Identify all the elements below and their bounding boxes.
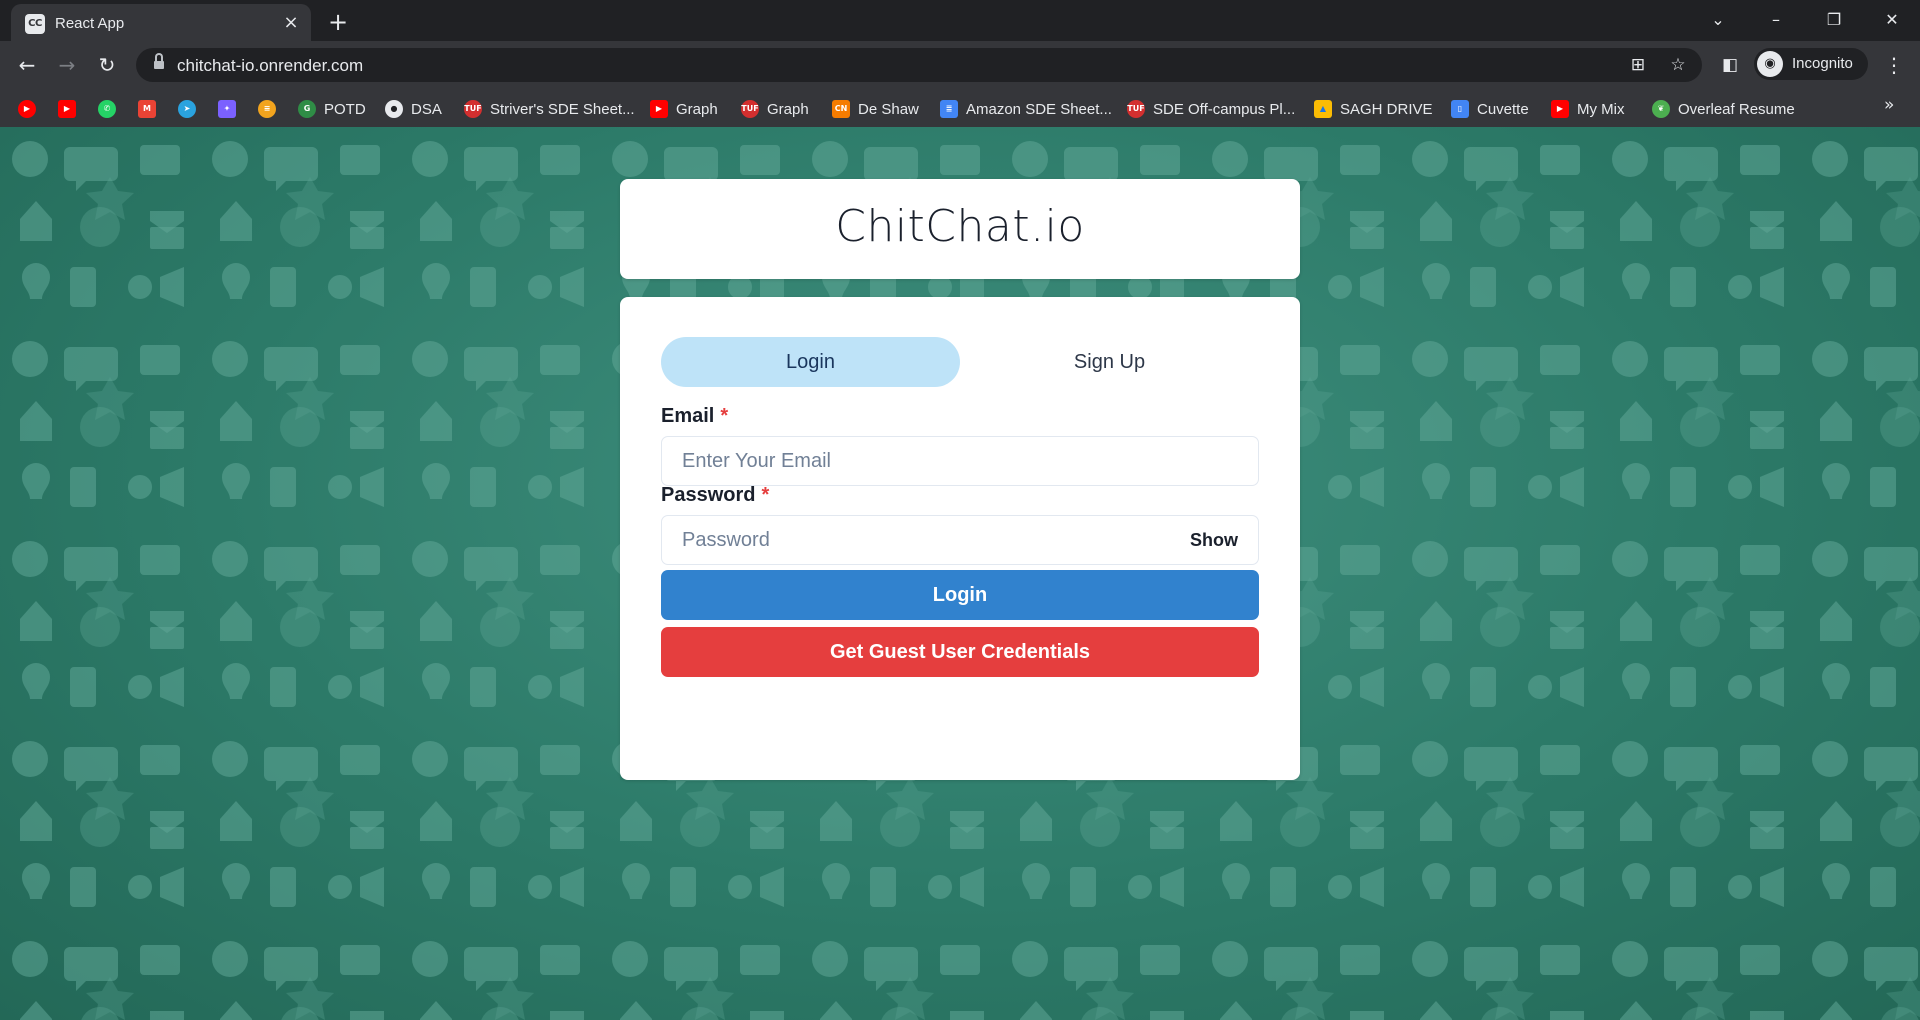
show-password-button[interactable]: Show <box>1178 523 1250 557</box>
bookmark-star-icon[interactable]: ☆ <box>1666 53 1690 77</box>
drive-icon: ▲ <box>1314 100 1332 118</box>
youtube-music-icon: ▶ <box>18 100 36 118</box>
password-input[interactable] <box>661 515 1259 565</box>
more-bookmarks-icon[interactable]: » <box>1884 95 1894 115</box>
forward-icon[interactable]: → <box>53 51 81 79</box>
gfg-icon: G <box>298 100 316 118</box>
bookmark-label: Graph <box>676 100 718 118</box>
url-text[interactable]: chitchat-io.onrender.com <box>177 56 363 76</box>
bookmark-potd[interactable]: G POTD <box>298 98 366 120</box>
bookmark-youtube-music[interactable]: ▶ <box>18 98 36 120</box>
back-icon[interactable]: ← <box>13 51 41 79</box>
bookmark-label: POTD <box>324 100 366 118</box>
github-icon: ● <box>385 100 403 118</box>
browser-toolbar: ← → ↻ chitchat-io.onrender.com ⊞ ☆ ◧ ◉ I… <box>0 41 1920 89</box>
overleaf-icon: ❦ <box>1652 100 1670 118</box>
bookmark-label: Amazon SDE Sheet... <box>966 100 1112 118</box>
docs-icon: ≣ <box>940 100 958 118</box>
app-icon: ✦ <box>218 100 236 118</box>
bookmark-label: SAGH DRIVE <box>1340 100 1433 118</box>
bookmark-label: Striver's SDE Sheet... <box>490 100 635 118</box>
bookmark-gmail[interactable]: M <box>138 98 156 120</box>
browser-tabstrip: CC React App × + ⌄ – ❐ ✕ <box>0 0 1920 41</box>
bookmark-sde-off-campus[interactable]: TUF SDE Off-campus Pl... <box>1127 98 1295 120</box>
browser-menu-icon[interactable]: ⋮ <box>1880 51 1908 79</box>
reload-icon[interactable]: ↻ <box>93 51 121 79</box>
browser-tab[interactable]: CC React App × <box>11 4 311 41</box>
email-label-text: Email <box>661 405 715 427</box>
password-label: Password * <box>661 484 769 507</box>
app-header-card: ChitChat.io <box>620 179 1300 279</box>
email-input[interactable] <box>661 436 1259 486</box>
bookmark-my-mix[interactable]: ▶ My Mix <box>1551 98 1625 120</box>
youtube-icon: ▶ <box>58 100 76 118</box>
chitchat-favicon-icon: CC <box>25 14 45 34</box>
side-panel-icon[interactable]: ◧ <box>1718 53 1742 77</box>
auth-tabs: Login Sign Up <box>661 337 1259 387</box>
bookmark-label: Graph <box>767 100 809 118</box>
bookmark-dsa[interactable]: ● DSA <box>385 98 442 120</box>
bookmark-overleaf-resume[interactable]: ❦ Overleaf Resume <box>1652 98 1795 120</box>
install-app-icon[interactable]: ⊞ <box>1626 53 1650 77</box>
bookmark-youtube[interactable]: ▶ <box>58 98 76 120</box>
bookmark-whatsapp[interactable]: ✆ <box>98 98 116 120</box>
code-icon: ≡ <box>258 100 276 118</box>
tab-search-icon[interactable]: ⌄ <box>1702 6 1734 34</box>
tab-login[interactable]: Login <box>661 337 960 387</box>
bookmark-strivers-sde-sheet[interactable]: TUF Striver's SDE Sheet... <box>464 98 635 120</box>
youtube-icon: ▶ <box>650 100 668 118</box>
bookmark-amazon-sde-sheet[interactable]: ≣ Amazon SDE Sheet... <box>940 98 1112 120</box>
bookmark-cuvette[interactable]: ▯ Cuvette <box>1451 98 1529 120</box>
cuvette-icon: ▯ <box>1451 100 1469 118</box>
bookmark-label: Overleaf Resume <box>1678 100 1795 118</box>
whatsapp-icon: ✆ <box>98 100 116 118</box>
required-mark: * <box>761 484 770 506</box>
new-tab-icon[interactable]: + <box>324 8 352 36</box>
close-tab-icon[interactable]: × <box>279 11 303 35</box>
bookmark-de-shaw[interactable]: CN De Shaw <box>832 98 919 120</box>
youtube-icon: ▶ <box>1551 100 1569 118</box>
password-label-text: Password <box>661 484 756 506</box>
bookmark-label: DSA <box>411 100 442 118</box>
auth-card: Login Sign Up Email* Password* Show Logi… <box>620 297 1300 780</box>
tuf-icon: TUF <box>464 100 482 118</box>
bookmark-code[interactable]: ≡ <box>258 98 276 120</box>
bookmark-label: Cuvette <box>1477 100 1529 118</box>
bookmark-app[interactable]: ✦ <box>218 98 236 120</box>
tuf-icon: TUF <box>741 100 759 118</box>
bookmark-sagh-drive[interactable]: ▲ SAGH DRIVE <box>1314 98 1433 120</box>
bookmarks-bar: ▶ ▶ ✆ M ➤ ✦ ≡ G POTD ● DSA TUF Striver's SD… <box>0 89 1920 127</box>
email-label: Email * <box>661 405 728 428</box>
bookmark-telegram[interactable]: ➤ <box>178 98 196 120</box>
page-background: ChitChat.io Login Sign Up Email* Passwor… <box>0 127 1920 1020</box>
lock-icon[interactable] <box>154 53 164 71</box>
telegram-icon: ➤ <box>178 100 196 118</box>
guest-credentials-button[interactable]: Get Guest User Credentials <box>661 627 1259 677</box>
app-title: ChitChat.io <box>835 201 1085 252</box>
address-bar[interactable]: chitchat-io.onrender.com ⊞ ☆ <box>136 48 1702 82</box>
incognito-label: Incognito <box>1792 55 1853 72</box>
incognito-profile[interactable]: ◉ Incognito <box>1754 48 1868 80</box>
bookmark-graph-youtube[interactable]: ▶ Graph <box>650 98 718 120</box>
gmail-icon: M <box>138 100 156 118</box>
tab-sign-up[interactable]: Sign Up <box>960 337 1259 387</box>
restore-icon[interactable]: ❐ <box>1818 6 1850 34</box>
bookmark-label: SDE Off-campus Pl... <box>1153 100 1296 118</box>
codingninjas-icon: CN <box>832 100 850 118</box>
tab-title: React App <box>55 15 125 32</box>
required-mark: * <box>720 405 729 427</box>
close-window-icon[interactable]: ✕ <box>1876 6 1908 34</box>
minimize-icon[interactable]: – <box>1760 6 1792 34</box>
incognito-icon: ◉ <box>1757 51 1783 77</box>
login-button[interactable]: Login <box>661 570 1259 620</box>
tuf-icon: TUF <box>1127 100 1145 118</box>
bookmark-graph-tuf[interactable]: TUF Graph <box>741 98 809 120</box>
bookmark-label: My Mix <box>1577 100 1625 118</box>
bookmark-label: De Shaw <box>858 100 919 118</box>
